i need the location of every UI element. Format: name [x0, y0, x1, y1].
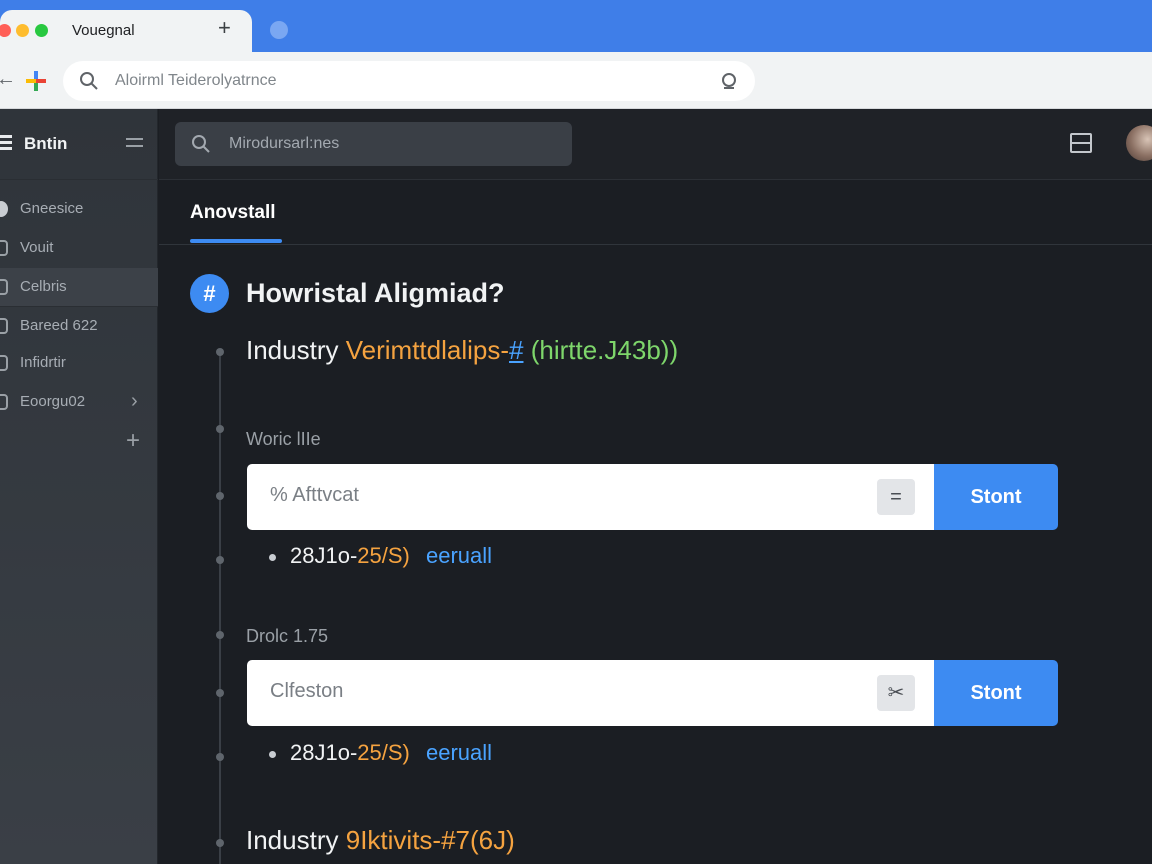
avatar[interactable]	[1126, 125, 1152, 161]
menu-icon[interactable]	[0, 135, 12, 151]
meta-link[interactable]: eeruall	[426, 543, 492, 568]
meta-date: 28J1o-25/S)	[290, 740, 410, 765]
input-value: Clfeston	[270, 680, 344, 702]
industry-ref: (hirtte.J43b))	[530, 335, 679, 365]
meta-bullet	[269, 554, 276, 561]
menu-icon[interactable]: =	[877, 479, 915, 515]
sidebar-item-label: Gneesice	[20, 200, 84, 217]
extension-plus-icon[interactable]	[24, 69, 48, 93]
input-value: % Afttvcat	[270, 484, 359, 506]
industry-line-2: Industry 9Iktivits-#7(6J)	[246, 825, 515, 856]
industry-code: Verimttdlalips-	[345, 335, 510, 365]
timeline-dot	[216, 631, 224, 639]
sidebar-title: Bntin	[24, 134, 68, 153]
meta-date-part: 25/S)	[357, 740, 410, 765]
tab-anovstall[interactable]: Anovstall	[190, 202, 276, 224]
sidebar-item-celbris[interactable]: Celbris	[0, 268, 158, 306]
timeline-dot	[216, 689, 224, 697]
profile-icon[interactable]	[270, 21, 288, 39]
timeline-dot	[216, 425, 224, 433]
hash-badge-icon: #	[190, 274, 229, 313]
browser-tab-bar: Vouegnal +	[0, 0, 1152, 52]
omnibox[interactable]: Aloirml Teiderolyatrnce	[63, 61, 755, 101]
timeline-dot	[216, 492, 224, 500]
sidebar-item-label: Infidrtir	[20, 354, 66, 371]
sidebar-item-vouit[interactable]: Vouit	[0, 229, 158, 267]
field-label: Drolc 1.75	[246, 626, 329, 646]
search-input[interactable]: Mirodursarl:nes	[175, 122, 572, 166]
square-icon	[0, 279, 8, 295]
active-tab-indicator	[190, 239, 282, 243]
search-placeholder: Mirodursarl:nes	[229, 135, 340, 152]
square-icon	[0, 394, 8, 410]
meta-date-part: 28J1o-	[290, 740, 358, 765]
meta-date-part: 28J1o-	[290, 543, 358, 568]
tab-title: Vouegnal	[72, 22, 135, 39]
content-tabs: Anovstall	[159, 181, 1152, 245]
sidebar-item-bareed[interactable]: Bareed 622	[0, 306, 158, 344]
section-title: Howristal Aligmiad?	[246, 278, 505, 308]
omnibox-text: Aloirml Teiderolyatrnce	[115, 72, 277, 89]
sidebar-header: Bntin	[0, 109, 158, 180]
meta-date: 28J1o-25/S)	[290, 543, 410, 568]
sidebar-item-eoorgu[interactable]: Eoorgu02 ›	[0, 383, 158, 421]
field-label: Woric lIIe	[246, 429, 321, 449]
industry-hash-link[interactable]: #	[509, 335, 523, 365]
sidebar-item-gneesice[interactable]: Gneesice	[0, 190, 158, 228]
sidebar: Bntin Gneesice Vouit Celbris Bareed 622 …	[0, 109, 158, 864]
input-group: Clfeston ✂ Stont	[247, 660, 1058, 726]
meta-bullet	[269, 751, 276, 758]
new-tab-button[interactable]: +	[218, 16, 231, 40]
add-item-button[interactable]: +	[126, 427, 140, 455]
timeline-dot	[216, 348, 224, 356]
sidebar-item-label: Bareed 622	[20, 317, 98, 334]
text-input[interactable]: Clfeston ✂	[247, 660, 935, 726]
maximize-window-button[interactable]	[35, 24, 48, 37]
industry-prefix: Industry	[246, 825, 339, 855]
timeline-dot	[216, 753, 224, 761]
circle-icon	[0, 201, 8, 217]
minimize-window-button[interactable]	[16, 24, 29, 37]
sidebar-item-label: Celbris	[20, 278, 67, 295]
browser-tab[interactable]: Vouegnal +	[0, 10, 252, 52]
meta-link[interactable]: eeruall	[426, 740, 492, 765]
sidebar-item-infidrtir[interactable]: Infidrtir	[0, 344, 158, 382]
timeline-dot	[216, 839, 224, 847]
submit-button[interactable]: Stont	[934, 660, 1058, 726]
timeline-dot	[216, 556, 224, 564]
input-group: % Afttvcat = Stont	[247, 464, 1058, 530]
square-icon	[0, 355, 8, 371]
industry-code: 9Iktivits-#7(6J)	[345, 825, 515, 855]
square-icon	[0, 318, 8, 334]
lens-icon[interactable]	[719, 71, 739, 91]
main-content: # Howristal Aligmiad? Industry Verimttdl…	[159, 245, 1152, 864]
text-input[interactable]: % Afttvcat =	[247, 464, 935, 530]
collapse-sidebar-icon[interactable]	[126, 138, 143, 152]
square-icon	[0, 240, 8, 256]
address-bar: ← Aloirml Teiderolyatrnce	[0, 52, 1152, 109]
app-header: Mirodursarl:nes	[159, 109, 1152, 180]
scissors-icon[interactable]: ✂	[877, 675, 915, 711]
industry-prefix: Industry	[246, 335, 339, 365]
search-icon	[80, 72, 98, 90]
search-icon	[192, 135, 210, 153]
sidebar-item-label: Eoorgu02	[20, 393, 86, 410]
layout-toggle-icon[interactable]	[1070, 133, 1092, 153]
back-arrow-icon[interactable]: ←	[0, 68, 16, 91]
close-window-button[interactable]	[0, 24, 11, 37]
meta-line: 28J1o-25/S) eeruall	[290, 740, 492, 766]
chevron-right-icon[interactable]: ›	[131, 390, 138, 413]
sidebar-item-label: Vouit	[20, 239, 54, 256]
meta-line: 28J1o-25/S) eeruall	[290, 543, 492, 569]
meta-date-part: 25/S)	[357, 543, 410, 568]
industry-line-1: Industry Verimttdlalips-# (hirtte.J43b))	[246, 335, 678, 366]
submit-button[interactable]: Stont	[934, 464, 1058, 530]
